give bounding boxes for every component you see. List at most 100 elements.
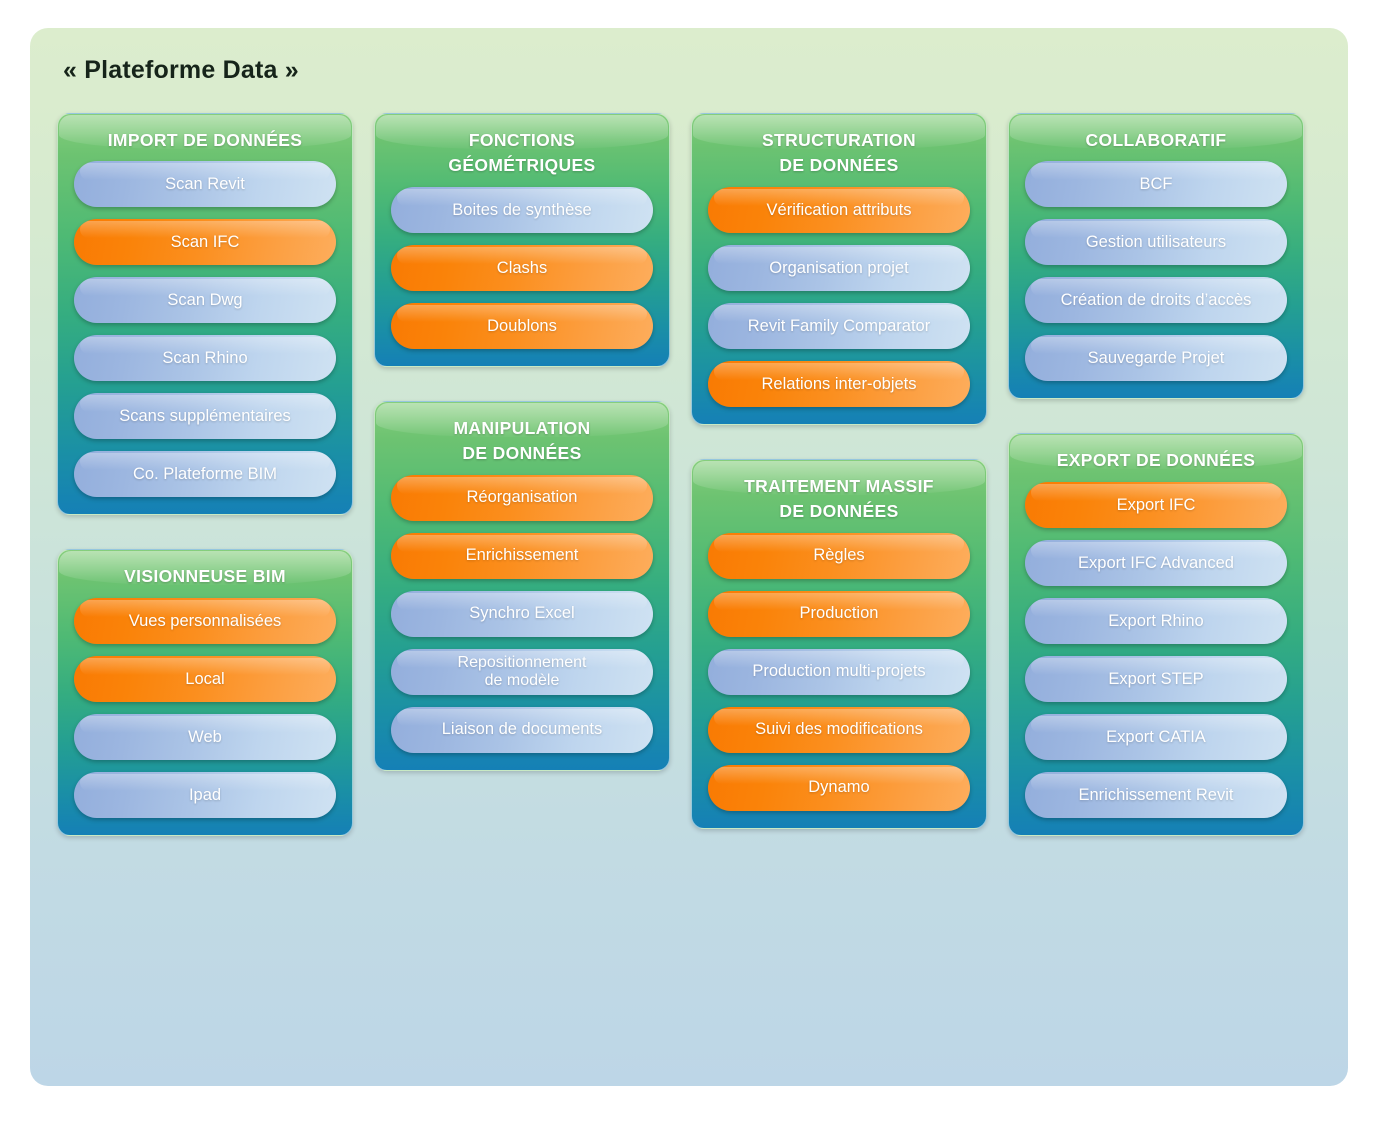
feature-pill-list: Réorganisation Enrichissement Synchro Exce… xyxy=(391,474,653,753)
feature-pill[interactable]: Clashs xyxy=(391,244,653,291)
card-import-de-donn-es: IMPORT DE DONNÉES Scan Revit Scan IFC Scan … xyxy=(57,113,353,516)
feature-pill-label: Création de droits d’accès xyxy=(1060,291,1252,310)
card-visionneuse-bim: VISIONNEUSE BIM Vues personnalisées Local W… xyxy=(57,549,353,836)
feature-pill-label: Boites de synthèse xyxy=(452,200,592,219)
feature-pill-label: Export STEP xyxy=(1108,669,1204,688)
feature-pill[interactable]: Scan Dwg xyxy=(74,277,336,324)
feature-pill-list: Boites de synthèse Clashs Doublons xyxy=(391,186,653,349)
feature-pill[interactable]: Organisation projet xyxy=(708,244,970,291)
feature-pill[interactable]: Liaison de documents xyxy=(391,706,653,753)
feature-pill-label: Export IFC Advanced xyxy=(1078,553,1234,572)
feature-pill-list: Vues personnalisées Local Web Ipad xyxy=(74,597,336,818)
feature-pill[interactable]: Boites de synthèse xyxy=(391,186,653,233)
card-title: EXPORT DE DONNÉES xyxy=(1056,450,1256,471)
feature-pill-label: Scans supplémentaires xyxy=(119,407,291,426)
feature-pill[interactable]: Scans supplémentaires xyxy=(74,393,336,440)
column-3: STRUCTURATION DE DONNÉES Vérification att… xyxy=(691,113,987,836)
feature-pill-label: Enrichissement xyxy=(465,546,579,565)
feature-pill[interactable]: Suivi des modifications xyxy=(708,706,970,753)
feature-pill[interactable]: Export STEP xyxy=(1025,655,1287,702)
card-fonctions-g-om-triques: FONCTIONS GÉOMÉTRIQUES Boites de synthèse… xyxy=(374,113,670,367)
feature-pill[interactable]: Co. Plateforme BIM xyxy=(74,451,336,498)
feature-pill[interactable]: Sauvegarde Projet xyxy=(1025,335,1287,382)
feature-pill-label: Web xyxy=(188,727,222,746)
feature-pill[interactable]: Vues personnalisées xyxy=(74,597,336,644)
feature-pill[interactable]: Scan Rhino xyxy=(74,335,336,382)
feature-pill[interactable]: Doublons xyxy=(391,302,653,349)
feature-pill[interactable]: Création de droits d’accès xyxy=(1025,277,1287,324)
feature-pill[interactable]: Production multi-projets xyxy=(708,648,970,695)
feature-pill-label: Scan IFC xyxy=(170,233,240,252)
feature-pill[interactable]: Production xyxy=(708,590,970,637)
feature-pill-label: Scan Dwg xyxy=(167,291,243,310)
feature-pill[interactable]: Enrichissement Revit xyxy=(1025,771,1287,818)
card-title: IMPORT DE DONNÉES xyxy=(107,130,303,150)
feature-pill[interactable]: Relations inter-objets xyxy=(708,360,970,407)
feature-pill-label: Enrichissement Revit xyxy=(1078,785,1234,804)
card-manipulation-de-donn-es: MANIPULATION DE DONNÉES Réorganisation Enr… xyxy=(374,400,670,771)
diagram-canvas: « Plateforme Data » IMPORT DE DONNÉES Sca… xyxy=(0,0,1378,1142)
feature-pill-label: Organisation projet xyxy=(769,258,909,277)
column-4: COLLABORATIF BCF Gestion utilisateurs Créat… xyxy=(1008,113,1304,836)
feature-pill[interactable]: BCF xyxy=(1025,161,1287,208)
feature-pill-label: Vérification attributs xyxy=(766,200,912,219)
feature-pill[interactable]: Repositionnement de modèle xyxy=(391,648,653,695)
feature-pill[interactable]: Scan Revit xyxy=(74,161,336,208)
card-structuration-de-donn-es: STRUCTURATION DE DONNÉES Vérification att… xyxy=(691,113,987,425)
column-1: IMPORT DE DONNÉES Scan Revit Scan IFC Scan … xyxy=(57,113,353,836)
feature-pill[interactable]: Export IFC Advanced xyxy=(1025,539,1287,586)
column-2: FONCTIONS GÉOMÉTRIQUES Boites de synthèse… xyxy=(374,113,670,836)
feature-pill-label: Sauvegarde Projet xyxy=(1087,349,1225,368)
feature-pill[interactable]: Dynamo xyxy=(708,764,970,811)
feature-pill-label: Gestion utilisateurs xyxy=(1085,233,1227,252)
feature-pill-label: Scan Rhino xyxy=(162,349,248,368)
card-columns: IMPORT DE DONNÉES Scan Revit Scan IFC Scan … xyxy=(57,113,1325,836)
feature-pill[interactable]: Local xyxy=(74,655,336,702)
feature-pill-label: Clashs xyxy=(496,258,548,277)
feature-pill-label: Liaison de documents xyxy=(441,720,603,739)
feature-pill-label: Règles xyxy=(813,546,865,565)
feature-pill[interactable]: Scan IFC xyxy=(74,219,336,266)
feature-pill[interactable]: Export IFC xyxy=(1025,481,1287,528)
card-title: VISIONNEUSE BIM xyxy=(124,566,286,587)
card-title: STRUCTURATION DE DONNÉES xyxy=(762,130,916,176)
feature-pill-label: Réorganisation xyxy=(466,488,578,507)
platform-panel: « Plateforme Data » IMPORT DE DONNÉES Sca… xyxy=(30,28,1348,1086)
feature-pill-label: Repositionnement de modèle xyxy=(457,654,587,689)
feature-pill-label: Export CATIA xyxy=(1106,727,1206,746)
feature-pill-list: Export IFC Export IFC Advanced Export Rhin… xyxy=(1025,481,1287,818)
feature-pill-label: Export IFC xyxy=(1116,495,1196,514)
card-title: FONCTIONS GÉOMÉTRIQUES xyxy=(448,130,596,176)
feature-pill[interactable]: Règles xyxy=(708,532,970,579)
feature-pill-label: Suivi des modifications xyxy=(755,720,923,739)
feature-pill-list: BCF Gestion utilisateurs Création de droit… xyxy=(1025,161,1287,382)
feature-pill-label: Production multi-projets xyxy=(752,662,926,681)
feature-pill-label: Dynamo xyxy=(808,778,870,797)
feature-pill[interactable]: Enrichissement xyxy=(391,532,653,579)
feature-pill[interactable]: Gestion utilisateurs xyxy=(1025,219,1287,266)
feature-pill[interactable]: Synchro Excel xyxy=(391,590,653,637)
feature-pill[interactable]: Export CATIA xyxy=(1025,713,1287,760)
feature-pill-label: Local xyxy=(185,669,225,688)
card-title: MANIPULATION DE DONNÉES xyxy=(453,417,591,464)
card-collaboratif: COLLABORATIF BCF Gestion utilisateurs Créat… xyxy=(1008,113,1304,400)
feature-pill-label: Production xyxy=(799,604,879,623)
feature-pill-label: Ipad xyxy=(188,785,222,804)
feature-pill[interactable]: Revit Family Comparator xyxy=(708,302,970,349)
feature-pill-label: Co. Plateforme BIM xyxy=(133,465,277,484)
feature-pill-label: BCF xyxy=(1139,175,1173,194)
feature-pill[interactable]: Réorganisation xyxy=(391,474,653,521)
feature-pill-list: Règles Production Production multi-projets… xyxy=(708,532,970,811)
page-title: « Plateforme Data » xyxy=(63,56,299,84)
card-traitement-massif-de-donn-es: TRAITEMENT MASSIF DE DONNÉES Règles Produc… xyxy=(691,458,987,829)
feature-pill[interactable]: Export Rhino xyxy=(1025,597,1287,644)
feature-pill[interactable]: Ipad xyxy=(74,771,336,818)
feature-pill-label: Relations inter-objets xyxy=(761,374,917,393)
feature-pill[interactable]: Web xyxy=(74,713,336,760)
feature-pill-list: Scan Revit Scan IFC Scan Dwg Scan Rhino Scan… xyxy=(74,161,336,498)
feature-pill-label: Doublons xyxy=(487,316,557,335)
feature-pill[interactable]: Vérification attributs xyxy=(708,186,970,233)
feature-pill-label: Vues personnalisées xyxy=(128,611,282,630)
feature-pill-list: Vérification attributs Organisation proje… xyxy=(708,186,970,407)
feature-pill-label: Export Rhino xyxy=(1108,611,1204,630)
